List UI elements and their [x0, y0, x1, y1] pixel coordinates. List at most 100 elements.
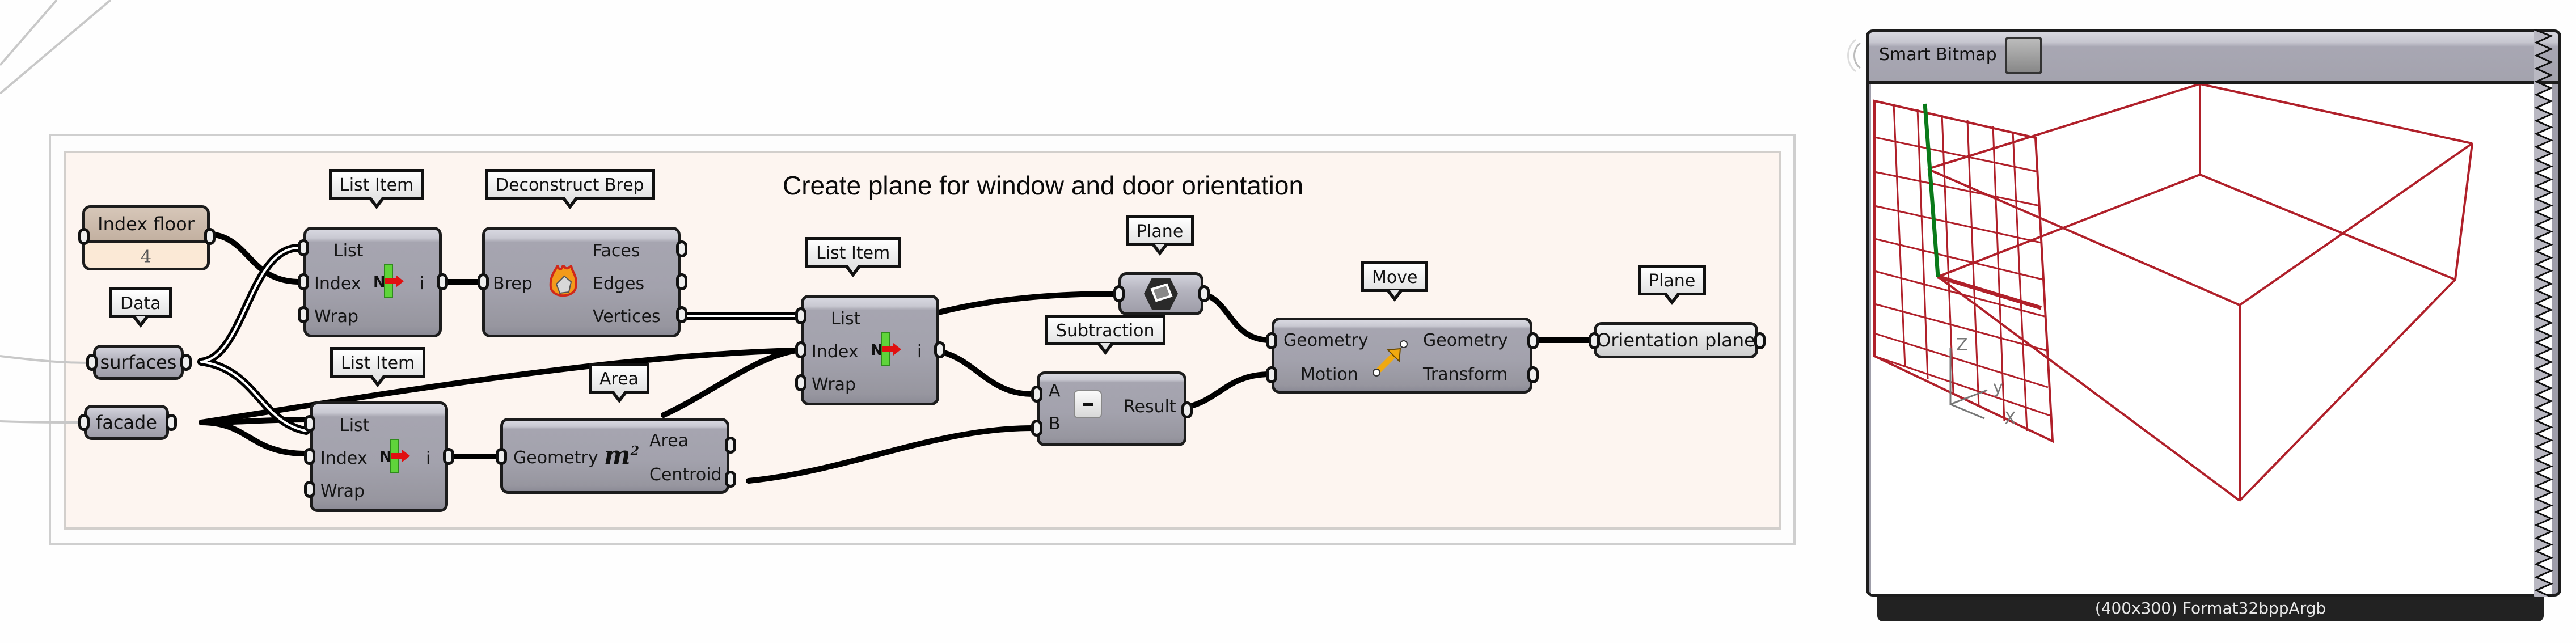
input-grip-motion[interactable]	[1266, 366, 1277, 383]
input-grip-b[interactable]	[1031, 420, 1042, 437]
output-grip-result[interactable]	[1181, 401, 1193, 418]
tag-data: Data	[109, 287, 172, 328]
output-grip-edges[interactable]	[676, 273, 687, 290]
input-grip-index[interactable]	[795, 341, 806, 358]
input-label-index: Index	[320, 449, 368, 468]
index-floor-slider[interactable]: Index floor 4	[82, 205, 210, 270]
facade-param[interactable]: facade	[84, 405, 169, 440]
input-grip-list[interactable]	[795, 307, 806, 324]
plane-param[interactable]	[1118, 272, 1203, 315]
output-grip-area[interactable]	[725, 437, 736, 454]
input-label-b: B	[1049, 414, 1061, 434]
input-grip-index[interactable]	[304, 448, 315, 465]
area-m2-icon: m2	[604, 441, 639, 470]
output-label-i: i	[420, 274, 425, 294]
tag-list-item: List Item	[330, 347, 426, 387]
input-grip-list[interactable]	[298, 239, 309, 256]
input-label-wrap: Wrap	[314, 307, 359, 327]
input-grip[interactable]	[78, 228, 90, 245]
box-edge	[1937, 276, 2241, 502]
tag-subtraction: Subtraction	[1045, 315, 1165, 355]
list-item-component[interactable]: List Index Wrap i N	[310, 401, 448, 512]
output-label-edges: Edges	[593, 274, 645, 294]
output-grip-geometry[interactable]	[1527, 332, 1539, 349]
output-grip-i[interactable]	[443, 448, 454, 465]
input-grip-a[interactable]	[1031, 386, 1042, 403]
output-grip-faces[interactable]	[676, 240, 687, 257]
smart-bitmap-header: Smart Bitmap	[1869, 32, 2558, 84]
axis-label-x: X	[2004, 409, 2016, 429]
output-label-vertices: Vertices	[593, 307, 661, 327]
group-title: Create plane for window and door orienta…	[783, 171, 1304, 200]
minus-icon	[1074, 390, 1102, 418]
output-label-faces: Faces	[593, 241, 640, 261]
resize-edge-handle[interactable]	[2534, 29, 2553, 597]
output-grip-vertices[interactable]	[676, 306, 687, 323]
tag-plane: Plane	[1126, 215, 1194, 256]
input-label-index: Index	[314, 274, 361, 294]
input-label-geometry: Geometry	[1283, 331, 1369, 350]
area-component[interactable]: Geometry m2 Area Centroid	[500, 418, 729, 494]
output-grip[interactable]	[204, 228, 216, 245]
plane-icon	[1144, 278, 1178, 310]
input-grip[interactable]	[1589, 332, 1600, 349]
input-label-list: List	[333, 241, 364, 261]
output-label-centroid: Centroid	[649, 465, 722, 485]
external-wire	[0, 0, 112, 95]
output-label-result: Result	[1124, 397, 1176, 417]
external-wire	[0, 0, 58, 66]
axis-label-y: y	[1993, 378, 2003, 397]
smart-bitmap-component[interactable]: Smart Bitmap Z y X	[1866, 29, 2561, 597]
input-grip-list[interactable]	[304, 415, 315, 432]
output-label-geometry: Geometry	[1423, 331, 1508, 350]
output-grip-i[interactable]	[437, 273, 448, 290]
input-label-brep: Brep	[493, 274, 533, 294]
surfaces-param[interactable]: surfaces	[93, 345, 184, 380]
subtraction-component[interactable]: A B Result	[1037, 371, 1186, 446]
orientation-plane-param[interactable]: Orientation plane	[1594, 322, 1758, 358]
svg-text:N: N	[379, 449, 392, 466]
list-item-icon: N	[373, 264, 404, 298]
tag-plane: Plane	[1638, 265, 1707, 305]
list-item-component[interactable]: List Index Wrap i N	[801, 295, 939, 405]
input-grip-wrap[interactable]	[298, 306, 309, 323]
svg-text:N: N	[373, 274, 386, 291]
output-grip[interactable]	[166, 414, 177, 431]
move-component[interactable]: Geometry Motion Geometry Transform	[1272, 318, 1532, 394]
list-item-icon: N	[871, 332, 901, 366]
output-label-i: i	[426, 449, 431, 468]
output-grip[interactable]	[1198, 285, 1210, 302]
deconstruct-brep-component[interactable]: Brep Faces Edges Vertices	[482, 227, 681, 337]
box-edge	[2199, 174, 2456, 281]
tag-move: Move	[1361, 261, 1429, 302]
input-grip-geometry[interactable]	[1266, 332, 1277, 349]
preview-signal-icon	[1847, 39, 1861, 73]
input-label-a: A	[1049, 381, 1061, 401]
input-grip[interactable]	[1113, 285, 1125, 302]
tag-area: Area	[589, 363, 650, 403]
output-grip[interactable]	[180, 354, 192, 371]
input-grip-wrap[interactable]	[795, 374, 806, 391]
slider-value[interactable]: 4	[85, 247, 207, 267]
input-grip[interactable]	[78, 414, 90, 431]
list-item-component[interactable]: List Index Wrap i N	[303, 227, 442, 337]
tag-deconstruct-brep: Deconstruct Brep	[485, 169, 655, 209]
input-grip-brep[interactable]	[478, 273, 489, 290]
input-label-list: List	[831, 309, 861, 329]
box-edge	[2239, 278, 2456, 502]
output-label-i: i	[917, 342, 922, 362]
input-label-list: List	[340, 416, 370, 435]
input-grip-index[interactable]	[298, 273, 309, 290]
image-thumbnail-icon[interactable]	[2005, 37, 2042, 74]
input-label-geometry: Geometry	[513, 448, 598, 468]
input-grip[interactable]	[86, 354, 98, 371]
output-grip-transform[interactable]	[1527, 366, 1539, 383]
smart-bitmap-title: Smart Bitmap	[1879, 45, 1997, 65]
input-grip-geometry[interactable]	[496, 448, 507, 465]
input-grip-wrap[interactable]	[304, 481, 315, 498]
output-grip-i[interactable]	[934, 341, 945, 358]
bitmap-info-footer: (400x300) Format32bppArgb	[1877, 594, 2544, 621]
slider-label: Index floor	[85, 208, 207, 243]
output-grip[interactable]	[1754, 332, 1766, 349]
output-grip-centroid[interactable]	[725, 471, 736, 488]
